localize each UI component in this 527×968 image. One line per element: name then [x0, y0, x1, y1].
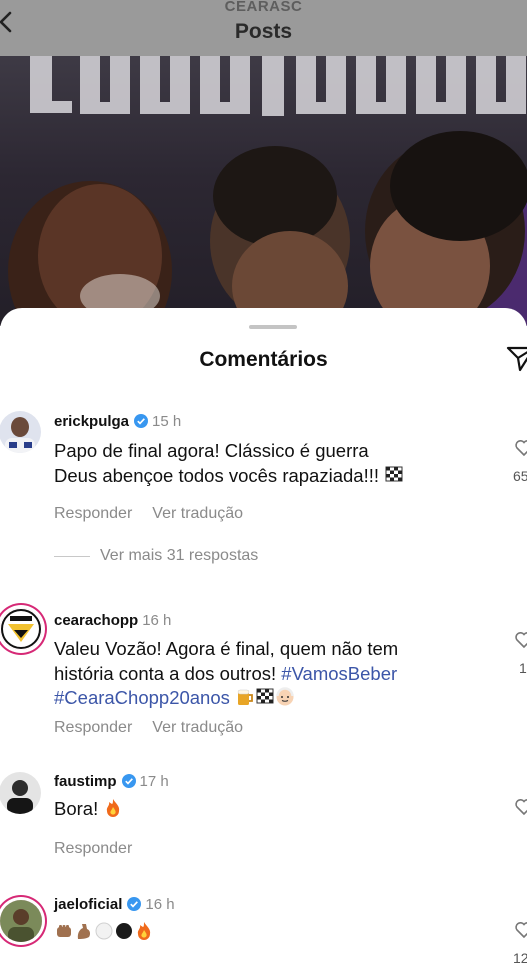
avatar[interactable] — [0, 772, 41, 814]
hashtag-link[interactable]: #CearaChopp20anos — [54, 687, 230, 708]
heart-outline-icon[interactable] — [514, 797, 527, 817]
like-count: 65 — [513, 468, 527, 484]
comment-text: Valeu Vozão! Agora é final, quem não tem… — [54, 637, 494, 711]
fire-icon — [107, 799, 120, 817]
comment-line-emoji: #CearaChopp20anos — [54, 686, 494, 711]
heart-outline-icon[interactable] — [514, 438, 527, 458]
comment-text: Papo de final agora! Clássico é guerra D… — [54, 439, 474, 488]
verified-badge-icon — [134, 414, 149, 428]
comment-line-hashtag: história conta a dos outros! #VamosBeber — [54, 662, 494, 687]
translate-button[interactable]: Ver tradução — [152, 505, 243, 522]
comment-line-emoji: Deus abençoe todos vocês rapaziada!!! — [54, 464, 474, 489]
flexed-biceps-icon — [77, 924, 91, 939]
reply-button[interactable]: Responder — [54, 719, 132, 736]
avatar[interactable] — [0, 608, 42, 650]
verified-badge-icon — [127, 897, 142, 911]
username[interactable]: erickpulga — [54, 413, 129, 430]
post-image — [0, 56, 527, 326]
view-more-replies-button[interactable]: Ver mais 31 respostas — [100, 547, 258, 565]
white-circle-icon — [95, 922, 113, 940]
avatar[interactable] — [0, 900, 42, 942]
comment-line: Papo de final agora! Clássico é guerra — [54, 440, 369, 461]
comment-line-text: Deus abençoe todos vocês rapaziada!!! — [54, 464, 379, 486]
comment-header: faustimp 17 h — [54, 773, 169, 790]
reply-button[interactable]: Responder — [54, 840, 132, 857]
comment-actions: Responder Ver tradução — [54, 719, 243, 737]
post-header: CEARASC Posts — [0, 0, 527, 56]
timestamp: 15 h — [152, 413, 182, 430]
account-name: CEARASC — [224, 0, 303, 15]
page-title: Posts — [234, 20, 293, 43]
comment-header: jaeloficial 16 h — [54, 896, 175, 913]
comment-line-text: história conta a dos outros! — [54, 662, 277, 684]
timestamp: 16 h — [145, 896, 175, 913]
username[interactable]: cearachopp — [54, 612, 138, 629]
username[interactable]: jaeloficial — [54, 896, 122, 913]
fist-icon — [57, 925, 71, 937]
like-count: 12 — [513, 950, 527, 966]
beer-mug-icon — [237, 689, 253, 705]
username[interactable]: faustimp — [54, 773, 117, 790]
paper-plane-icon[interactable] — [506, 344, 527, 372]
translate-button[interactable]: Ver tradução — [152, 719, 243, 736]
sheet-title: Comentários — [199, 348, 328, 371]
comment-actions: Responder — [54, 840, 132, 858]
comment-text — [54, 920, 474, 945]
old-man-icon — [276, 687, 294, 706]
heart-outline-icon[interactable] — [514, 920, 527, 940]
hashtag-link[interactable]: #VamosBeber — [281, 663, 397, 684]
like-count: 1 — [519, 660, 527, 676]
verified-badge-icon — [121, 774, 136, 788]
timestamp: 17 h — [139, 773, 169, 790]
reply-button[interactable]: Responder — [54, 505, 132, 522]
comment-header: erickpulga 15 h — [54, 413, 181, 430]
comment-header: cearachopp 16 h — [54, 612, 171, 629]
timestamp: 16 h — [142, 612, 172, 629]
drag-handle[interactable] — [249, 325, 297, 329]
heart-outline-icon[interactable] — [514, 630, 527, 650]
divider — [54, 556, 90, 557]
comment-line: Valeu Vozão! Agora é final, quem não tem — [54, 638, 399, 659]
comment-line-text: Bora! — [54, 798, 99, 819]
comment-actions: Responder Ver tradução — [54, 505, 243, 523]
comments-sheet: Comentários erickpulga 15 h Papo de final… — [0, 308, 527, 968]
checkered-flag-icon — [385, 466, 403, 481]
fire-icon — [137, 922, 151, 940]
comment-text: Bora! — [54, 797, 474, 822]
checkered-flag-icon — [256, 688, 274, 704]
black-circle-icon — [116, 923, 132, 939]
avatar[interactable] — [0, 411, 41, 453]
